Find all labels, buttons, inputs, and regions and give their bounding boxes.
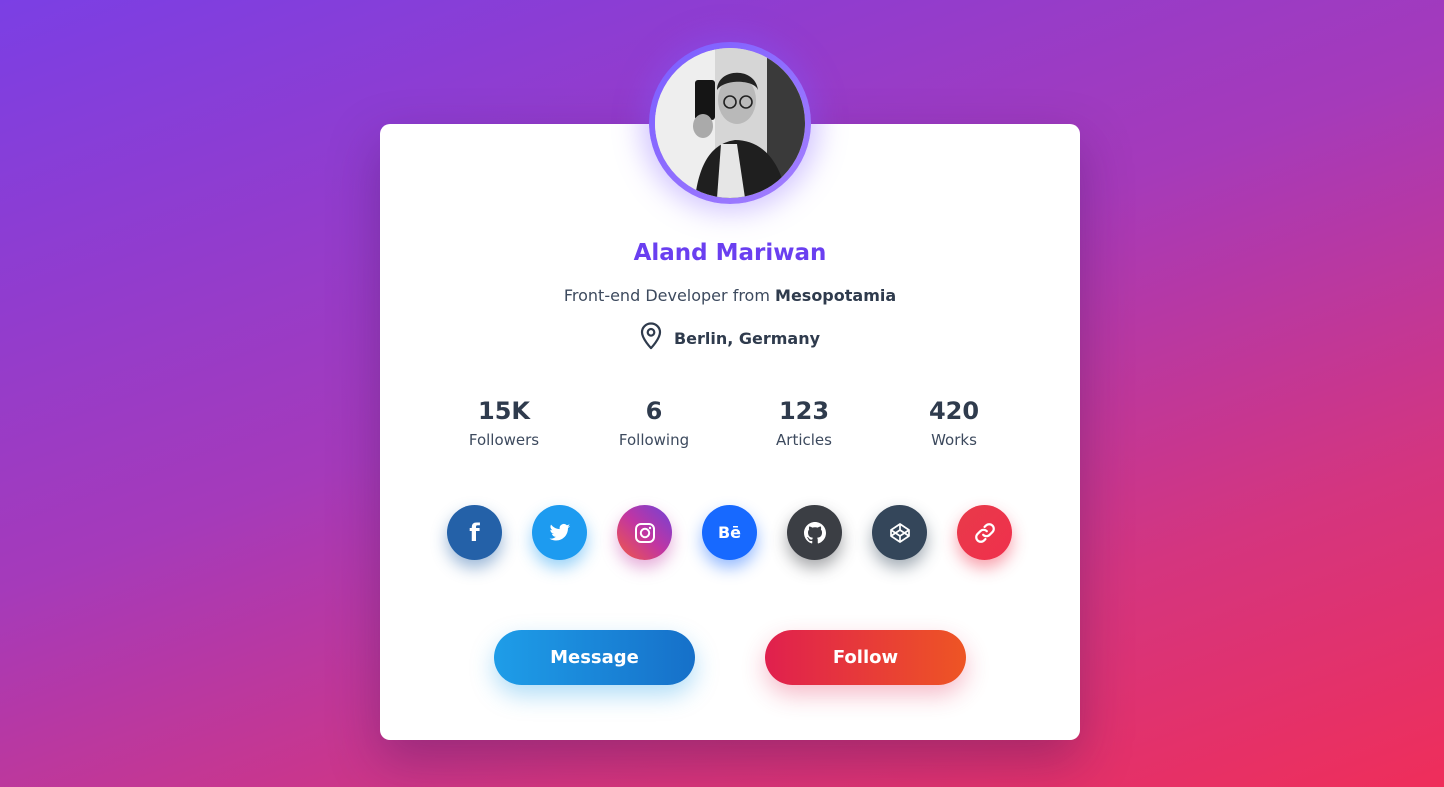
- location-text: Berlin, Germany: [673, 328, 821, 348]
- instagram-icon: [634, 522, 655, 543]
- facebook-icon: f: [469, 518, 480, 547]
- codepen-icon: [889, 522, 910, 543]
- map-pin-icon: [640, 322, 662, 354]
- stat-value: 15K: [478, 397, 530, 425]
- avatar-photo: [655, 48, 805, 198]
- avatar-ring: [649, 42, 811, 204]
- instagram-button[interactable]: [617, 505, 672, 560]
- twitter-icon: [549, 523, 570, 541]
- stat-following[interactable]: 6 Following: [579, 396, 729, 449]
- stat-works[interactable]: 420 Works: [879, 396, 1029, 449]
- twitter-button[interactable]: [532, 505, 587, 560]
- behance-button[interactable]: Bē: [702, 505, 757, 560]
- stat-value: 6: [645, 397, 663, 425]
- avatar[interactable]: [655, 48, 805, 198]
- follow-button[interactable]: Follow: [765, 630, 966, 685]
- profile-name: Aland Mariwan: [633, 240, 827, 266]
- social-links: f Bē: [447, 505, 1012, 560]
- stat-value: 123: [778, 397, 830, 425]
- stat-followers[interactable]: 15K Followers: [429, 396, 579, 449]
- profile-location: Berlin, Germany: [380, 322, 1080, 354]
- github-button[interactable]: [787, 505, 842, 560]
- stat-value: 420: [928, 397, 980, 425]
- message-button[interactable]: Message: [494, 630, 695, 685]
- stat-articles[interactable]: 123 Articles: [729, 396, 879, 449]
- facebook-button[interactable]: f: [447, 505, 502, 560]
- stats-row: 15K Followers 6 Following 123 Articles 4…: [429, 396, 1029, 449]
- profile-role: Front-end Developer from: [563, 286, 776, 305]
- profile-bio: Front-end Developer from Mesopotamia: [380, 286, 1080, 305]
- stat-label: Following: [618, 431, 690, 449]
- stat-label: Articles: [776, 431, 832, 449]
- link-button[interactable]: [957, 505, 1012, 560]
- behance-icon: Bē: [717, 523, 742, 542]
- stat-label: Works: [931, 431, 977, 449]
- codepen-button[interactable]: [872, 505, 927, 560]
- link-icon: [974, 522, 995, 543]
- github-icon: [803, 521, 826, 543]
- profile-card: Aland Mariwan Front-end Developer from M…: [380, 124, 1080, 740]
- profile-origin: Mesopotamia: [775, 286, 897, 305]
- stat-label: Followers: [468, 431, 540, 449]
